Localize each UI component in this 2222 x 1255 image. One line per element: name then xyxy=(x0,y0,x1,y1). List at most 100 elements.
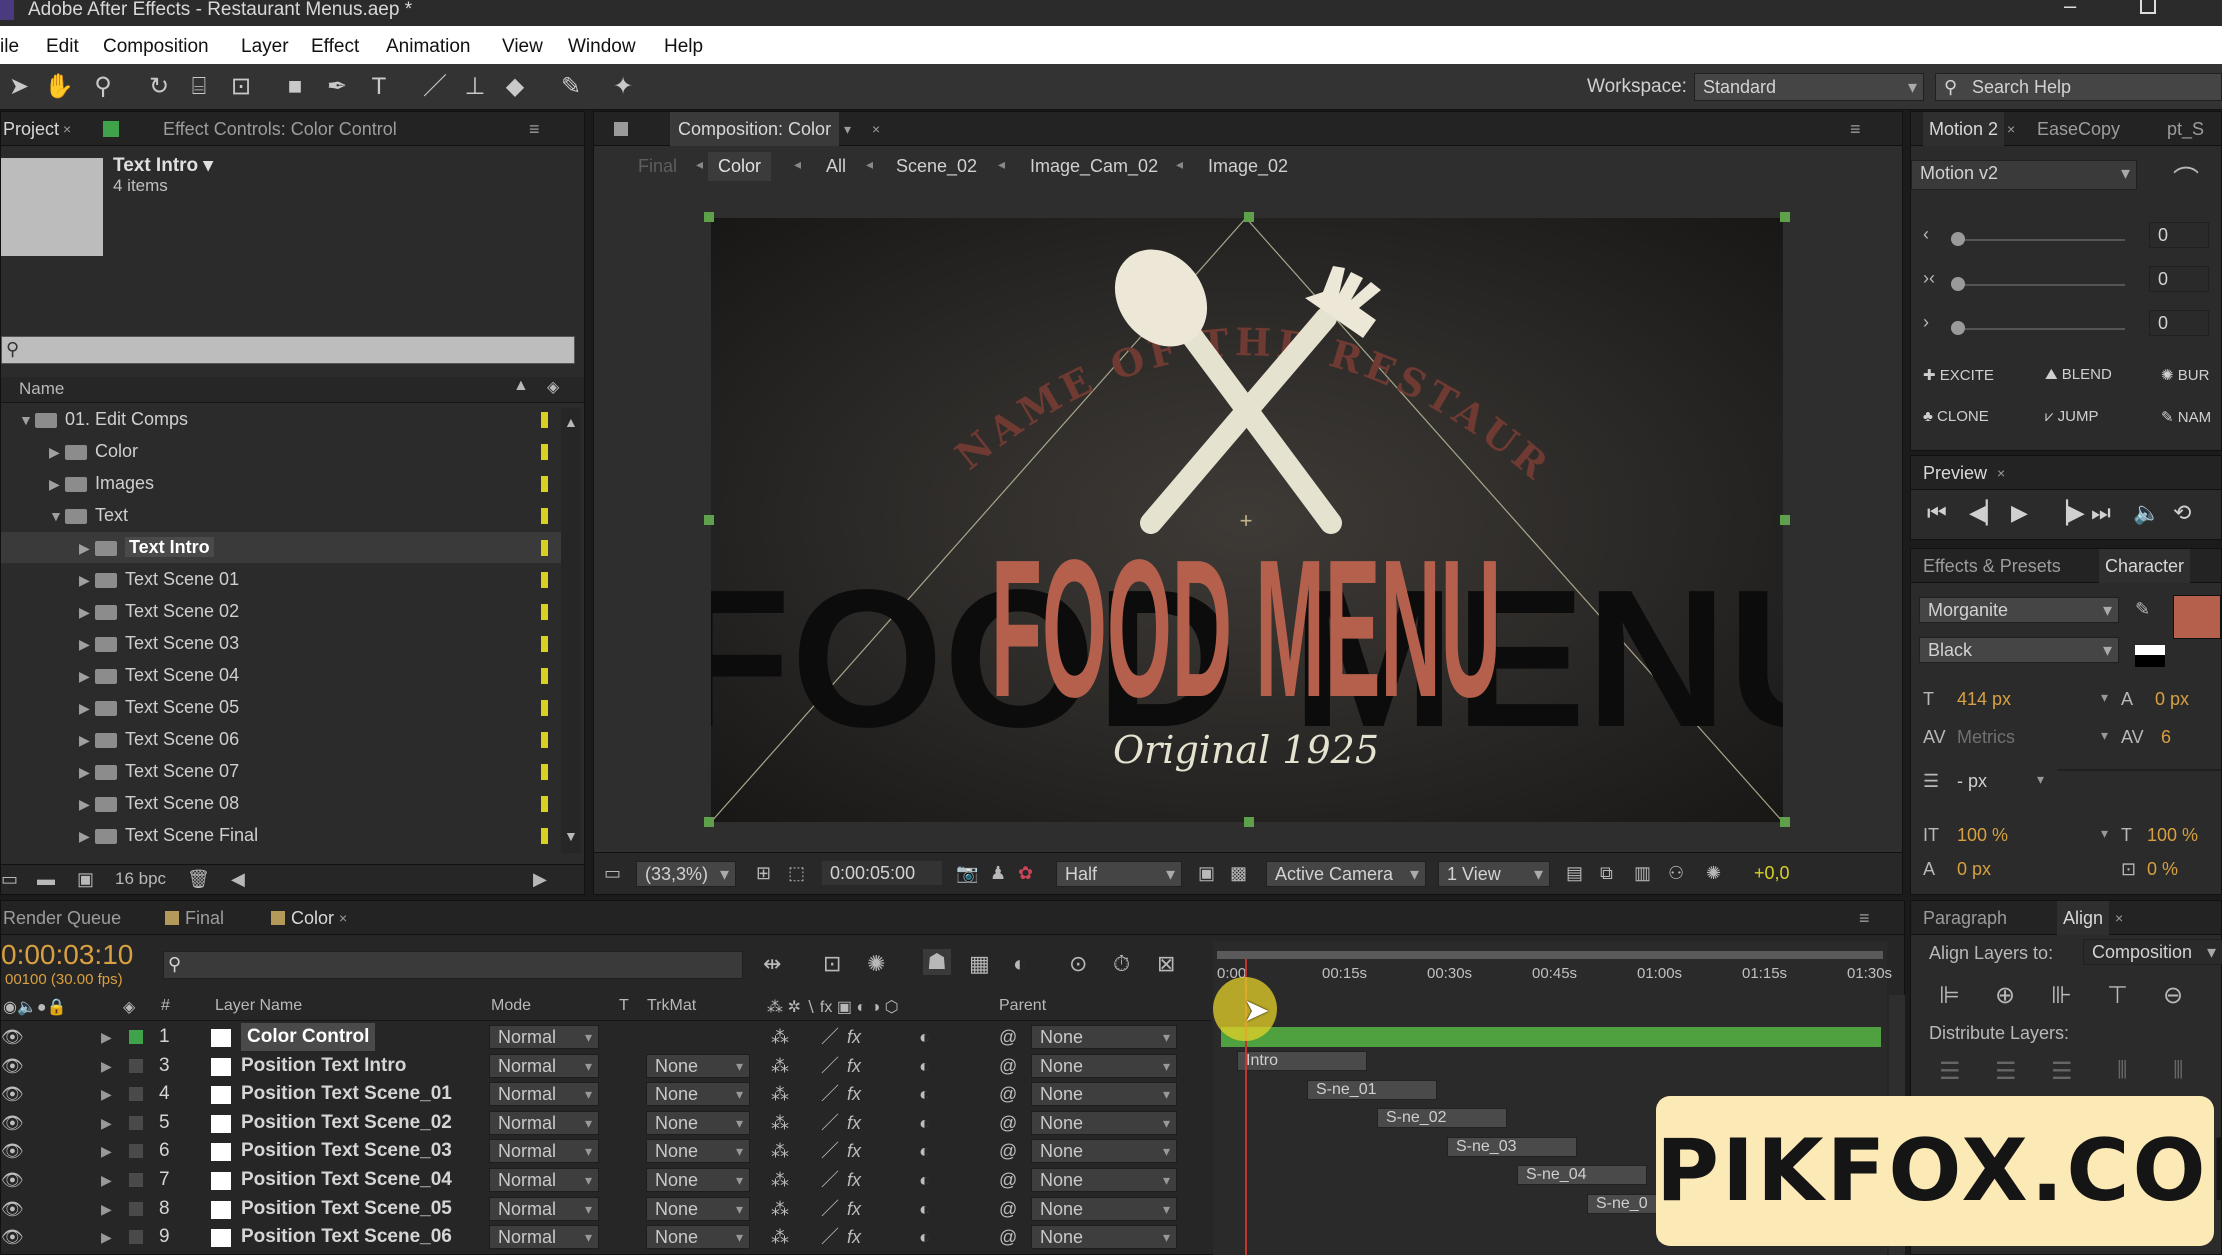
transparency-grid-icon[interactable]: ▩ xyxy=(1230,863,1247,884)
auto-keyframe-icon[interactable]: ⏱ xyxy=(1113,951,1130,977)
label-color-chip[interactable] xyxy=(541,636,548,652)
scroll-up-icon[interactable]: ▲ xyxy=(564,414,578,430)
show-snapshot-icon[interactable]: ♟ xyxy=(990,863,1006,884)
stroke-width-value[interactable]: - px xyxy=(1957,771,1987,792)
tab-final[interactable]: Final xyxy=(185,901,224,935)
graph-editor-icon[interactable]: ⊠ xyxy=(1157,951,1175,977)
label-color-chip[interactable] xyxy=(541,796,548,812)
current-time[interactable]: 0:00:05:00 xyxy=(822,861,942,885)
brush-tool-icon[interactable]: ／ xyxy=(420,72,450,102)
stroke-type-select[interactable] xyxy=(2057,769,2221,771)
col-parent[interactable]: Parent xyxy=(999,997,1046,1015)
layer-name[interactable]: Position Text Scene_04 xyxy=(241,1166,452,1194)
expand-triangle-icon[interactable]: ▶ xyxy=(101,1109,112,1137)
fx-switch-icon[interactable]: fx xyxy=(847,1109,861,1137)
selection-tool-icon[interactable]: ➤ xyxy=(4,72,34,102)
hide-shy-icon[interactable]: ☗ xyxy=(923,949,951,975)
menu-view[interactable]: View xyxy=(502,36,543,58)
time-ruler[interactable]: 0:00 00:15s 00:30s 00:45s 01:00s 01:15s 01:30s xyxy=(1213,961,1892,991)
label-color-chip[interactable] xyxy=(129,1144,143,1159)
rectangle-tool-icon[interactable]: ■ xyxy=(280,72,310,102)
play-icon[interactable]: ▶ xyxy=(2011,500,2028,526)
hand-tool-icon[interactable]: ✋ xyxy=(44,72,74,102)
expand-triangle-icon[interactable]: ▶ xyxy=(101,1023,112,1051)
scroll-left-icon[interactable]: ◀ xyxy=(231,869,245,890)
quality-switch-icon[interactable]: ／ xyxy=(821,1195,839,1223)
burst-button[interactable]: ✺ BUR xyxy=(2161,366,2209,384)
layer-row[interactable]: 👁 ▶ 4 Position Text Scene_01 Normal ▾ None ▾ ⁂ ／ f… xyxy=(1,1080,1211,1108)
close-icon[interactable]: × xyxy=(2007,112,2015,146)
expand-triangle-icon[interactable]: ▶ xyxy=(101,1137,112,1165)
timeline-icon[interactable]: ▥ xyxy=(1634,863,1651,884)
ease-out-value[interactable]: 0 xyxy=(2149,310,2209,336)
shy-switch-icon[interactable]: ⁂ xyxy=(771,1109,789,1137)
flowchart-icon[interactable]: ⚇ xyxy=(1668,863,1684,884)
layer-parent-select[interactable]: None ▾ xyxy=(1031,1053,1177,1078)
shy-switch-icon[interactable]: ⁂ xyxy=(771,1195,789,1223)
brainstorm-icon[interactable]: ⊙ xyxy=(1069,951,1087,977)
layer-row[interactable]: 👁 ▶ 6 Position Text Scene_03 Normal ▾ None ▾ ⁂ ／ f… xyxy=(1,1137,1211,1165)
minimize-icon[interactable]: – xyxy=(2064,0,2076,17)
layer-mode-select[interactable]: Normal ▾ xyxy=(489,1168,599,1192)
layer-parent-select[interactable]: None ▾ xyxy=(1031,1082,1177,1107)
transform-handle[interactable] xyxy=(704,212,714,222)
audio-icon[interactable]: 🔈 xyxy=(2133,500,2160,526)
view-layout-select[interactable]: 1 View xyxy=(1438,861,1550,887)
layer-parent-select[interactable]: None ▾ xyxy=(1031,1025,1177,1049)
project-tree-item[interactable]: ▶ Text Intro xyxy=(1,532,576,563)
av-features-icon[interactable]: ◉🔈●🔒 xyxy=(3,997,66,1017)
eye-icon[interactable]: 👁 xyxy=(1,1137,24,1165)
new-folder-icon[interactable]: ▬ xyxy=(37,869,55,890)
layer-row[interactable]: 👁 ▶ 1 Color Control Normal ▾ ⁂ ／ fx ◐ @ None ▾ xyxy=(1,1023,1211,1051)
pickwhip-icon[interactable]: @ xyxy=(999,1080,1017,1108)
eye-icon[interactable]: 👁 xyxy=(1,1052,24,1080)
menu-edit[interactable]: Edit xyxy=(46,36,79,58)
search-help-input[interactable]: ⚲ Search Help xyxy=(1935,73,2222,101)
tab-motion2[interactable]: Motion 2 xyxy=(1923,112,2005,146)
switches-icon[interactable]: ⁂ ✲ ∖ fx ▣ ◐ ◑ ⬡ xyxy=(767,997,899,1017)
maximize-icon[interactable] xyxy=(2140,0,2156,14)
quality-switch-icon[interactable]: ／ xyxy=(821,1137,839,1165)
live-update-icon[interactable]: ⊡ xyxy=(823,951,841,977)
label-tag-icon[interactable]: ◈ xyxy=(547,377,559,397)
ease-in-icon[interactable]: ‹ xyxy=(1923,224,1929,245)
baseline-shift-value[interactable]: 0 px xyxy=(1957,859,1991,880)
layer-trkmat-select[interactable]: None ▾ xyxy=(646,1110,750,1135)
bit-depth[interactable]: 16 bpc xyxy=(115,869,166,889)
label-color-chip[interactable] xyxy=(129,1087,143,1102)
ease-out-icon[interactable]: › xyxy=(1923,312,1929,333)
tab-effects-presets[interactable]: Effects & Presets xyxy=(1923,549,2061,583)
tab-render-queue[interactable]: Render Queue xyxy=(3,901,121,935)
pickwhip-icon[interactable]: @ xyxy=(999,1137,1017,1165)
col-t[interactable]: T xyxy=(619,997,629,1015)
col-mode[interactable]: Mode xyxy=(491,997,531,1015)
jump-button[interactable]: ⩗ JUMP xyxy=(2045,408,2098,425)
adjustment-switch-icon[interactable]: ◐ xyxy=(919,1080,930,1108)
pickwhip-icon[interactable]: @ xyxy=(999,1195,1017,1223)
tab-project[interactable]: Project xyxy=(3,112,59,146)
layer-mode-select[interactable]: Normal ▾ xyxy=(489,1082,599,1107)
font-style-select[interactable]: Black xyxy=(1919,637,2119,663)
expand-triangle-icon[interactable]: ▶ xyxy=(101,1052,112,1080)
fast-preview-icon[interactable]: ⧉ xyxy=(1600,863,1613,884)
new-comp-icon[interactable]: ▣ xyxy=(77,869,94,890)
comp-dropdown-icon[interactable]: ▾ xyxy=(844,112,851,146)
tab-pt-s[interactable]: pt_S xyxy=(2167,112,2204,146)
distribute-top-icon[interactable]: ☰ xyxy=(1939,1057,1961,1086)
transform-handle[interactable] xyxy=(704,515,714,525)
layer-name[interactable]: Position Text Intro xyxy=(241,1052,406,1080)
quality-switch-icon[interactable]: ／ xyxy=(821,1023,839,1051)
label-color-chip[interactable] xyxy=(129,1230,143,1245)
timeline-search-input[interactable]: ⚲ xyxy=(163,951,743,979)
expand-triangle-icon[interactable]: ▶ xyxy=(79,821,95,852)
expand-triangle-icon[interactable]: ▶ xyxy=(79,661,95,692)
project-tree-item[interactable]: ▶ Text Scene 05 xyxy=(1,692,576,723)
selected-item-name[interactable]: Text Intro ▾ xyxy=(113,154,213,177)
tab-color[interactable]: Color xyxy=(291,901,334,935)
layer-row[interactable]: 👁 ▶ 7 Position Text Scene_04 Normal ▾ None ▾ ⁂ ／ f… xyxy=(1,1166,1211,1194)
breadcrumb-all[interactable]: All xyxy=(826,156,846,177)
col-name[interactable]: Name xyxy=(19,379,64,399)
label-color-chip[interactable] xyxy=(541,764,548,780)
project-tree-item[interactable]: ▼ Text xyxy=(1,500,576,531)
layer-name[interactable]: Position Text Scene_02 xyxy=(241,1109,452,1137)
